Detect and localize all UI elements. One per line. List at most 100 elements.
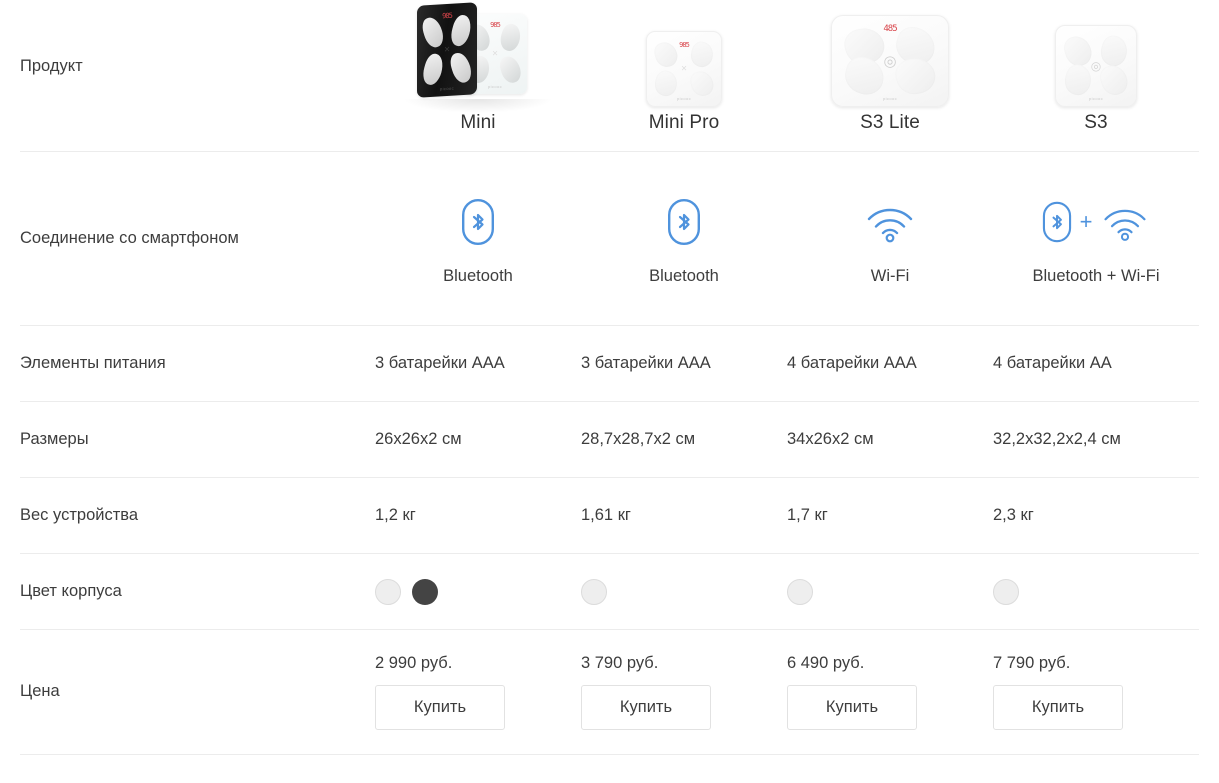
scale-body-white: 985 × picooc bbox=[646, 31, 722, 107]
buy-button-mini-pro[interactable]: Купить bbox=[581, 685, 711, 730]
battery-value-mini: 3 батарейки ААА bbox=[375, 354, 505, 372]
scale-pad bbox=[1097, 62, 1131, 99]
product-column-s3[interactable]: ◎ picooc S3 bbox=[993, 0, 1199, 134]
colors-cell-s3-lite bbox=[787, 578, 993, 605]
connection-icons: + bbox=[1042, 191, 1151, 253]
scale-brand-mark: picooc bbox=[883, 96, 897, 101]
color-swatch-white[interactable] bbox=[993, 578, 1019, 605]
scale-pad bbox=[840, 53, 889, 100]
bluetooth-icon bbox=[462, 199, 495, 245]
product-image-mini: 985 × picooc 985 × picooc bbox=[403, 2, 553, 113]
buy-button-s3[interactable]: Купить bbox=[993, 685, 1123, 730]
weight-value-mini: 1,2 кг bbox=[375, 506, 416, 524]
scale-pad bbox=[652, 39, 681, 70]
price-value: 6 490 руб. bbox=[787, 654, 865, 673]
connection-icons bbox=[461, 191, 495, 253]
colors-cell-mini bbox=[375, 578, 581, 605]
scale-pad bbox=[652, 68, 681, 99]
bluetooth-icon bbox=[668, 199, 701, 245]
color-swatch-black[interactable] bbox=[412, 578, 438, 605]
connection-label: Wi-Fi bbox=[870, 267, 910, 285]
connection-label: Bluetooth bbox=[649, 267, 719, 285]
scale-body-white: 485 ◎ picooc bbox=[831, 15, 949, 107]
product-image-s3-lite: 485 ◎ picooc bbox=[831, 2, 949, 107]
connection-label: Bluetooth bbox=[443, 267, 513, 285]
product-column-s3-lite[interactable]: 485 ◎ picooc S3 Lite bbox=[787, 0, 993, 134]
scale-brand-mark: picooc bbox=[488, 84, 502, 89]
price-value: 7 790 руб. bbox=[993, 654, 1071, 673]
bluetooth-icon bbox=[1042, 201, 1071, 243]
battery-value-mini-pro: 3 батарейки ААА bbox=[581, 354, 711, 372]
battery-row: Элементы питания 3 батарейки ААА 3 батар… bbox=[20, 326, 1199, 402]
scale-brand-mark: picooc bbox=[677, 96, 691, 101]
colors-row: Цвет корпуса bbox=[20, 554, 1199, 630]
weight-row: Вес устройства 1,2 кг 1,61 кг 1,7 кг 2,3… bbox=[20, 478, 1199, 554]
scale-center-mark: × bbox=[492, 48, 498, 60]
dimensions-value-s3: 32,2х32,2х2,4 см bbox=[993, 430, 1121, 448]
weight-value-mini-pro: 1,61 кг bbox=[581, 506, 631, 524]
scale-display-logo: 985 bbox=[490, 21, 501, 29]
buy-button-s3-lite[interactable]: Купить bbox=[787, 685, 917, 730]
color-swatch-white[interactable] bbox=[375, 578, 401, 605]
price-row: Цена 2 990 руб. Купить 3 790 руб. Купить… bbox=[20, 630, 1199, 755]
scale-pad bbox=[1097, 33, 1131, 70]
price-value: 2 990 руб. bbox=[375, 654, 453, 673]
scale-pad bbox=[448, 49, 475, 86]
plus-icon: + bbox=[1079, 209, 1093, 234]
scale-display-logo: 985 bbox=[442, 11, 452, 21]
scale-body-black: 985 × picooc bbox=[417, 2, 477, 98]
price-cell-s3: 7 790 руб. Купить bbox=[993, 630, 1199, 754]
row-label-weight: Вес устройства bbox=[20, 505, 139, 524]
connection-row: Соединение со смартфоном Bluetooth Bluet… bbox=[20, 152, 1199, 326]
row-label-price: Цена bbox=[20, 682, 60, 701]
scale-brand-mark: picooc bbox=[1089, 96, 1103, 101]
product-column-mini-pro[interactable]: 985 × picooc Mini Pro bbox=[581, 0, 787, 134]
scale-display-logo: 485 bbox=[883, 24, 897, 34]
scale-center-mark: × bbox=[681, 63, 687, 75]
dimensions-value-mini: 26х26х2 см bbox=[375, 430, 462, 448]
connection-cell-mini: Bluetooth bbox=[375, 152, 581, 325]
color-swatch-white[interactable] bbox=[581, 578, 607, 605]
product-name: S3 bbox=[1084, 112, 1108, 133]
scale-display-logo: 985 bbox=[679, 41, 690, 49]
product-name: Mini Pro bbox=[648, 112, 720, 133]
connection-cell-s3: + Bluetooth + Wi-Fi bbox=[993, 152, 1199, 325]
price-value: 3 790 руб. bbox=[581, 654, 659, 673]
wifi-icon bbox=[1104, 209, 1146, 241]
product-name: Mini bbox=[460, 112, 496, 133]
row-label-product: Продукт bbox=[20, 57, 83, 75]
dimensions-value-mini-pro: 28,7х28,7х2 см bbox=[581, 430, 696, 448]
scale-pad bbox=[687, 39, 716, 70]
colors-cell-s3 bbox=[993, 578, 1199, 605]
product-image-s3: ◎ picooc bbox=[1055, 2, 1137, 107]
scale-pad bbox=[497, 54, 524, 86]
scale-pad bbox=[891, 53, 940, 100]
product-comparison-table: Продукт 985 × picooc 985 × picooc Mini 9… bbox=[0, 0, 1219, 755]
scale-center-mark: ◎ bbox=[1090, 59, 1102, 73]
scale-pad bbox=[497, 22, 524, 54]
price-cell-mini-pro: 3 790 руб. Купить bbox=[581, 630, 787, 754]
buy-button-mini[interactable]: Купить bbox=[375, 685, 505, 730]
connection-icons bbox=[667, 191, 701, 253]
product-column-mini[interactable]: 985 × picooc 985 × picooc Mini bbox=[375, 0, 581, 134]
row-label-connection: Соединение со смартфоном bbox=[20, 228, 239, 247]
price-cell-mini: 2 990 руб. Купить bbox=[375, 630, 581, 754]
weight-value-s3: 2,3 кг bbox=[993, 506, 1034, 524]
row-label-dimensions: Размеры bbox=[20, 429, 89, 448]
scale-body-white: ◎ picooc bbox=[1055, 25, 1137, 107]
product-name: S3 Lite bbox=[860, 112, 920, 133]
weight-value-s3-lite: 1,7 кг bbox=[787, 506, 828, 524]
scale-brand-mark: picooc bbox=[440, 85, 454, 92]
colors-cell-mini-pro bbox=[581, 578, 787, 605]
scale-center-mark: ◎ bbox=[883, 53, 897, 70]
product-header-row: Продукт 985 × picooc 985 × picooc Mini 9… bbox=[20, 0, 1199, 152]
scale-center-mark: × bbox=[444, 44, 450, 56]
price-cell-s3-lite: 6 490 руб. Купить bbox=[787, 630, 993, 754]
dimensions-row: Размеры 26х26х2 см 28,7х28,7х2 см 34х26х… bbox=[20, 402, 1199, 478]
row-label-colors: Цвет корпуса bbox=[20, 581, 122, 600]
scale-pad bbox=[448, 13, 475, 48]
battery-value-s3-lite: 4 батарейки ААА bbox=[787, 354, 917, 372]
color-swatch-white[interactable] bbox=[787, 578, 813, 605]
image-reflection bbox=[403, 99, 553, 113]
connection-cell-mini-pro: Bluetooth bbox=[581, 152, 787, 325]
